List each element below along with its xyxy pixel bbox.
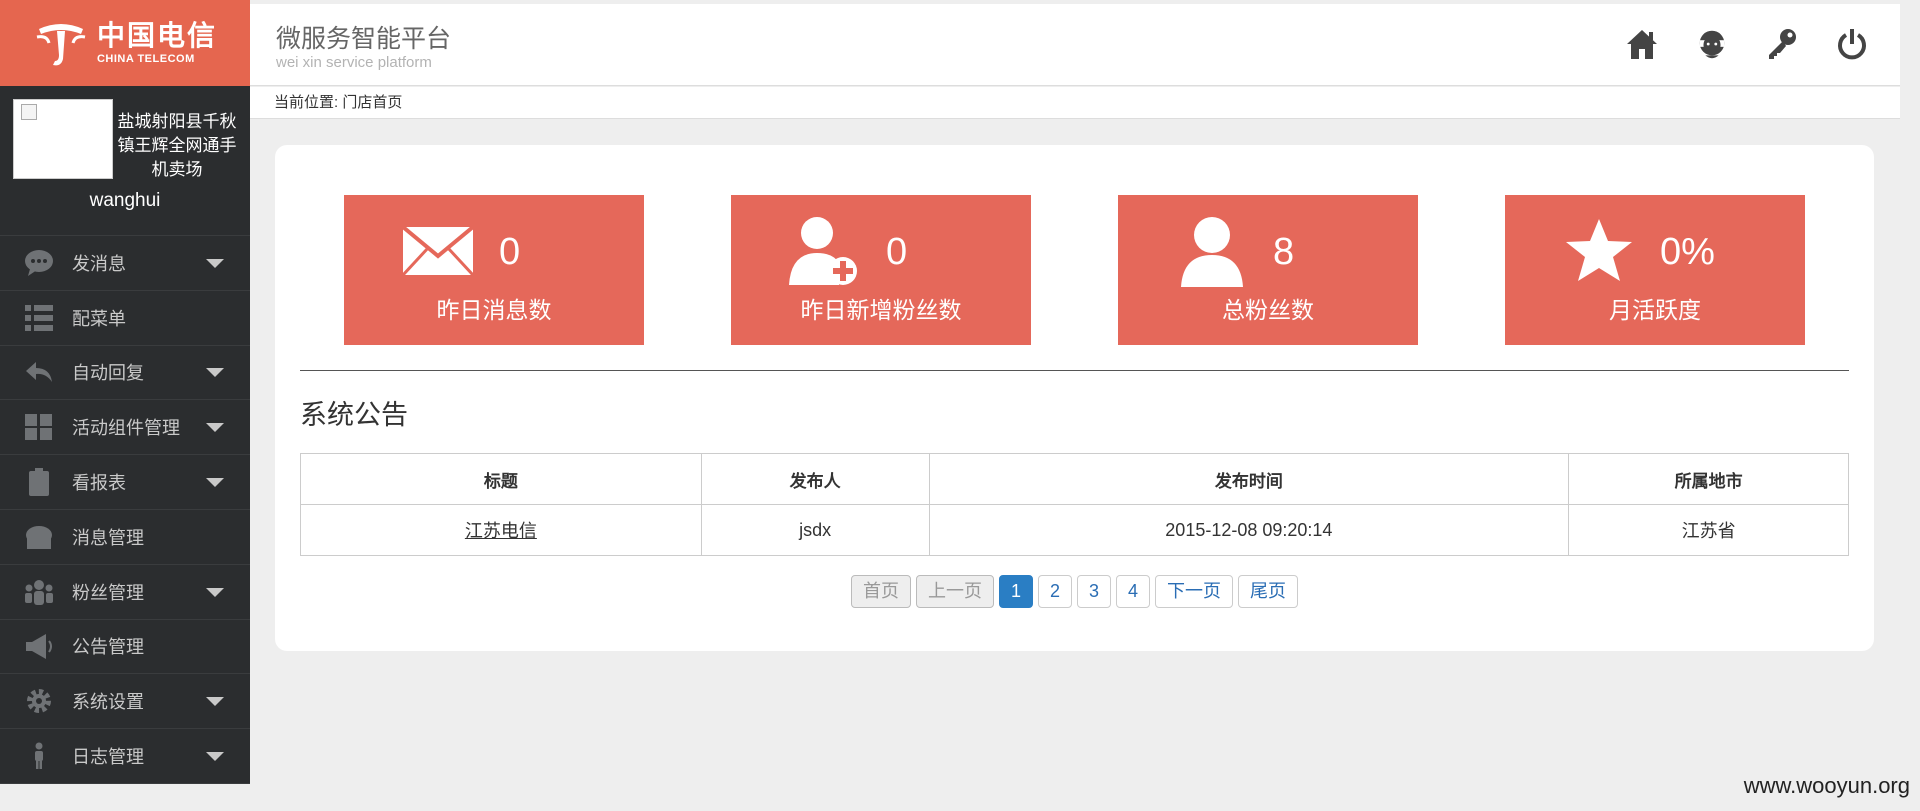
stat-label: 月活跃度 bbox=[1609, 297, 1701, 323]
home-icon[interactable] bbox=[1624, 24, 1660, 64]
cake-icon bbox=[22, 522, 56, 552]
app-subtitle: wei xin service platform bbox=[276, 54, 432, 71]
column-header-city: 所属地市 bbox=[1568, 453, 1849, 505]
stat-yesterday-messages: 0 昨日消息数 bbox=[344, 195, 644, 345]
chevron-down-icon bbox=[206, 368, 224, 378]
column-header-title: 标题 bbox=[300, 453, 702, 505]
dashboard-card: 0 昨日消息数 0 昨日新增粉丝数 8 总粉丝数 0% 月活跃度 系统公告 标题… bbox=[275, 145, 1874, 651]
stat-value: 0 bbox=[499, 231, 521, 273]
page-button-1[interactable]: 1 bbox=[998, 575, 1033, 608]
window-edge bbox=[1900, 0, 1920, 811]
chevron-down-icon bbox=[206, 478, 224, 488]
sidebar-item-label: 公告管理 bbox=[72, 637, 144, 658]
page-button-4[interactable]: 4 bbox=[1116, 575, 1151, 608]
app-title: 微服务智能平台 bbox=[276, 25, 452, 53]
sidebar-item-auto-reply[interactable]: 自动回复 bbox=[0, 346, 250, 401]
section-divider bbox=[300, 370, 1849, 371]
chevron-down-icon bbox=[206, 752, 224, 762]
sidebar-item-label: 看报表 bbox=[72, 473, 126, 494]
sidebar-item-label: 活动组件管理 bbox=[72, 418, 180, 439]
users-icon bbox=[22, 577, 56, 607]
page-button-2[interactable]: 2 bbox=[1037, 575, 1072, 608]
header-actions bbox=[1624, 24, 1870, 64]
reply-arrow-icon bbox=[22, 357, 56, 387]
notice-heading: 系统公告 bbox=[300, 400, 408, 430]
page-button-3[interactable]: 3 bbox=[1077, 575, 1112, 608]
cell-title: 江苏电信 bbox=[300, 504, 702, 556]
power-icon[interactable] bbox=[1834, 24, 1870, 64]
username: wanghui bbox=[89, 190, 161, 211]
user-profile: 盐城射阳县千秋镇王辉全网通手机卖场 wanghui bbox=[0, 86, 250, 236]
cell-city: 江苏省 bbox=[1568, 504, 1849, 556]
column-header-time: 发布时间 bbox=[928, 453, 1570, 505]
prev-page-button[interactable]: 上一页 bbox=[915, 575, 994, 608]
key-icon[interactable] bbox=[1764, 24, 1800, 64]
stat-label: 总粉丝数 bbox=[1222, 297, 1314, 323]
last-page-button[interactable]: 尾页 bbox=[1238, 575, 1299, 608]
stat-label: 昨日消息数 bbox=[436, 297, 552, 323]
user-icon bbox=[1174, 213, 1250, 289]
star-icon bbox=[1561, 213, 1637, 289]
sidebar-item-fans-management[interactable]: 粉丝管理 bbox=[0, 565, 250, 620]
cell-time: 2015-12-08 09:20:14 bbox=[928, 504, 1570, 556]
watermark: www.wooyun.org bbox=[1743, 773, 1910, 798]
stat-value: 0% bbox=[1660, 231, 1715, 273]
add-user-icon bbox=[787, 213, 863, 289]
sidebar-item-label: 日志管理 bbox=[72, 747, 144, 768]
stat-label: 昨日新增粉丝数 bbox=[800, 297, 962, 323]
column-header-publisher: 发布人 bbox=[700, 453, 930, 505]
china-telecom-logo-icon bbox=[36, 24, 86, 66]
sidebar: 中国电信 CHINA TELECOM 盐城射阳县千秋镇王辉全网通手机卖场 wan… bbox=[0, 0, 250, 784]
chevron-down-icon bbox=[206, 587, 224, 597]
chat-bubble-icon bbox=[22, 248, 56, 278]
sidebar-item-label: 粉丝管理 bbox=[72, 582, 144, 603]
stat-value: 8 bbox=[1273, 231, 1295, 273]
sidebar-item-announcement-management[interactable]: 公告管理 bbox=[0, 620, 250, 675]
chevron-down-icon bbox=[206, 697, 224, 707]
sidebar-item-label: 消息管理 bbox=[72, 527, 144, 548]
sidebar-item-label: 发消息 bbox=[72, 253, 126, 274]
table-row: 江苏电信 jsdx 2015-12-08 09:20:14 江苏省 bbox=[300, 504, 1849, 556]
store-name: 盐城射阳县千秋镇王辉全网通手机卖场 bbox=[117, 112, 237, 179]
stat-yesterday-new-fans: 0 昨日新增粉丝数 bbox=[731, 195, 1031, 345]
sidebar-item-menu-config[interactable]: 配菜单 bbox=[0, 291, 250, 346]
first-page-button[interactable]: 首页 bbox=[850, 575, 911, 608]
chevron-down-icon bbox=[206, 423, 224, 433]
sidebar-item-label: 系统设置 bbox=[72, 692, 144, 713]
logo-en-text: CHINA TELECOM bbox=[96, 52, 195, 65]
person-icon bbox=[22, 741, 56, 771]
logo-cn-text: 中国电信 bbox=[96, 18, 217, 52]
list-icon bbox=[22, 303, 56, 333]
sidebar-menu: 发消息 配菜单 自动回复 活动组件管理 看报表 消息管理 粉丝管理 公告管理 系… bbox=[0, 236, 250, 784]
breadcrumb: 当前位置: 门店首页 bbox=[250, 87, 1900, 119]
megaphone-icon bbox=[22, 631, 56, 661]
broken-image-icon bbox=[21, 104, 37, 120]
sidebar-item-label: 自动回复 bbox=[72, 363, 144, 384]
envelope-icon bbox=[400, 213, 476, 289]
sidebar-item-label: 配菜单 bbox=[72, 308, 126, 329]
sidebar-item-message-management[interactable]: 消息管理 bbox=[0, 510, 250, 565]
table-header-row: 标题 发布人 发布时间 所属地市 bbox=[300, 453, 1849, 505]
gear-icon bbox=[22, 686, 56, 716]
next-page-button[interactable]: 下一页 bbox=[1155, 575, 1234, 608]
stat-total-fans: 8 总粉丝数 bbox=[1118, 195, 1418, 345]
stat-value: 0 bbox=[886, 231, 908, 273]
sidebar-item-reports[interactable]: 看报表 bbox=[0, 455, 250, 510]
pagination: 首页 上一页 1 2 3 4 下一页 尾页 bbox=[275, 575, 1874, 608]
clipboard-icon bbox=[22, 467, 56, 497]
notice-table: 标题 发布人 发布时间 所属地市 江苏电信 jsdx 2015-12-08 09… bbox=[300, 453, 1849, 556]
grid-icon bbox=[22, 412, 56, 442]
sidebar-item-activity-components[interactable]: 活动组件管理 bbox=[0, 400, 250, 456]
brand-logo[interactable]: 中国电信 CHINA TELECOM bbox=[0, 0, 250, 86]
sidebar-item-send-message[interactable]: 发消息 bbox=[0, 236, 250, 291]
top-header: 微服务智能平台 wei xin service platform bbox=[250, 4, 1900, 86]
sidebar-item-system-settings[interactable]: 系统设置 bbox=[0, 674, 250, 730]
support-agent-icon[interactable] bbox=[1694, 24, 1730, 64]
chevron-down-icon bbox=[206, 258, 224, 268]
sidebar-item-log-management[interactable]: 日志管理 bbox=[0, 729, 250, 784]
stat-monthly-activity: 0% 月活跃度 bbox=[1505, 195, 1805, 345]
notice-title-link[interactable]: 江苏电信 bbox=[465, 521, 537, 541]
avatar bbox=[13, 99, 113, 179]
cell-publisher: jsdx bbox=[700, 504, 930, 556]
